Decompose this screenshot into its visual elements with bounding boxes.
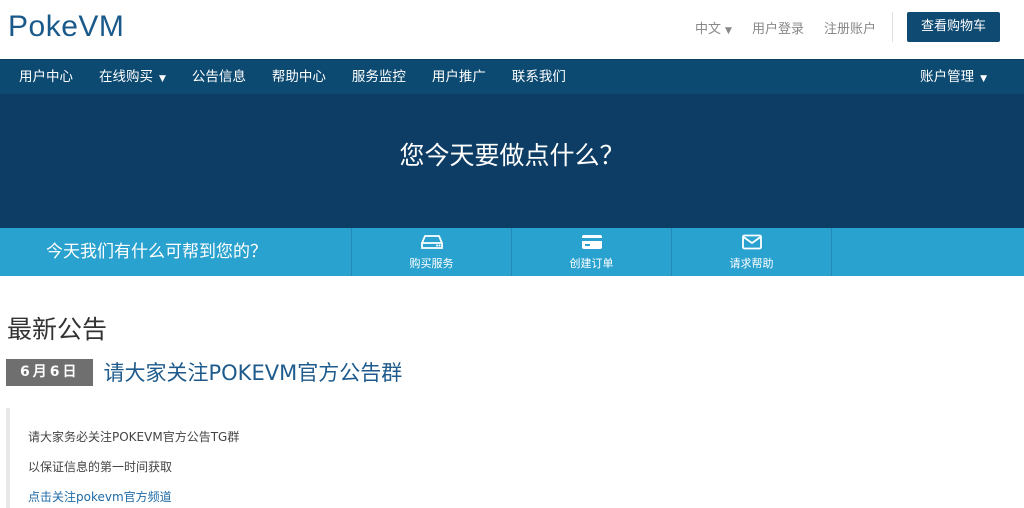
action-label: 购买服务: [409, 257, 454, 270]
hero-title: 您今天要做点什么？: [399, 141, 625, 170]
official-channel-link[interactable]: 点击关注pokevm官方频道: [28, 488, 1018, 505]
account-menu-label: 账户管理: [920, 69, 975, 85]
hero-banner: 您今天要做点什么？: [0, 94, 1024, 228]
language-selector[interactable]: 中文 ▼: [695, 18, 732, 37]
caret-down-icon: ▼: [980, 74, 987, 84]
top-header: PokeVM 中文 ▼ 用户登录 注册账户 查看购物车: [0, 0, 1024, 59]
create-order-action[interactable]: 创建订单: [511, 228, 671, 276]
announcement-title-link[interactable]: 请大家关注POKEVM官方公告群: [103, 357, 402, 387]
buy-service-action[interactable]: 购买服务: [351, 228, 511, 276]
action-label: 请求帮助: [729, 257, 774, 270]
view-cart-button[interactable]: 查看购物车: [906, 12, 1000, 42]
announcement-line: 以保证信息的第一时间获取: [28, 460, 173, 474]
announcements-heading: 最新公告: [7, 315, 108, 344]
action-label: 创建订单: [569, 257, 614, 270]
credit-card-icon: [581, 235, 602, 249]
action-prompt: 今天我们有什么可帮到您的？: [46, 242, 267, 262]
date-badge: 6月6日: [6, 358, 94, 386]
nav-item-affiliate[interactable]: 用户推广: [419, 60, 499, 94]
announcement-header: 6月6日 请大家关注POKEVM官方公告群: [6, 357, 402, 387]
nav-item-contact[interactable]: 联系我们: [499, 60, 579, 94]
account-menu[interactable]: 账户管理 ▼: [907, 60, 1000, 94]
request-help-action[interactable]: 请求帮助: [671, 228, 832, 276]
login-link[interactable]: 用户登录: [752, 18, 804, 37]
top-links: 中文 ▼ 用户登录 注册账户 查看购物车: [675, 12, 1000, 42]
caret-down-icon: ▼: [725, 25, 732, 36]
header-divider: [891, 12, 893, 42]
nav-item-announcements[interactable]: 公告信息: [179, 60, 259, 94]
announcement-line: 请大家务必关注POKEVM官方公告TG群: [28, 430, 240, 444]
nav-item-buy-online[interactable]: 在线购买 ▼: [86, 60, 179, 94]
site-logo[interactable]: PokeVM: [8, 10, 124, 44]
caret-down-icon: ▼: [159, 74, 166, 84]
register-link[interactable]: 注册账户: [824, 18, 876, 37]
server-icon: [420, 235, 443, 249]
main-nav: 用户中心 在线购买 ▼ 公告信息 帮助中心 服务监控 用户推广 联系我们 账户管理…: [0, 59, 1024, 94]
nav-item-user-center[interactable]: 用户中心: [0, 60, 86, 94]
nav-item-label: 在线购买: [99, 69, 153, 85]
nav-item-service-monitor[interactable]: 服务监控: [339, 60, 419, 94]
action-bar: 今天我们有什么可帮到您的？ 购买服务 创建订单 请求帮助: [0, 228, 1024, 276]
envelope-icon: [741, 234, 762, 250]
language-label: 中文: [695, 21, 722, 37]
nav-item-help-center[interactable]: 帮助中心: [259, 60, 339, 94]
announcement-body: 请大家务必关注POKEVM官方公告TG群 以保证信息的第一时间获取 点击关注po…: [6, 408, 1018, 508]
